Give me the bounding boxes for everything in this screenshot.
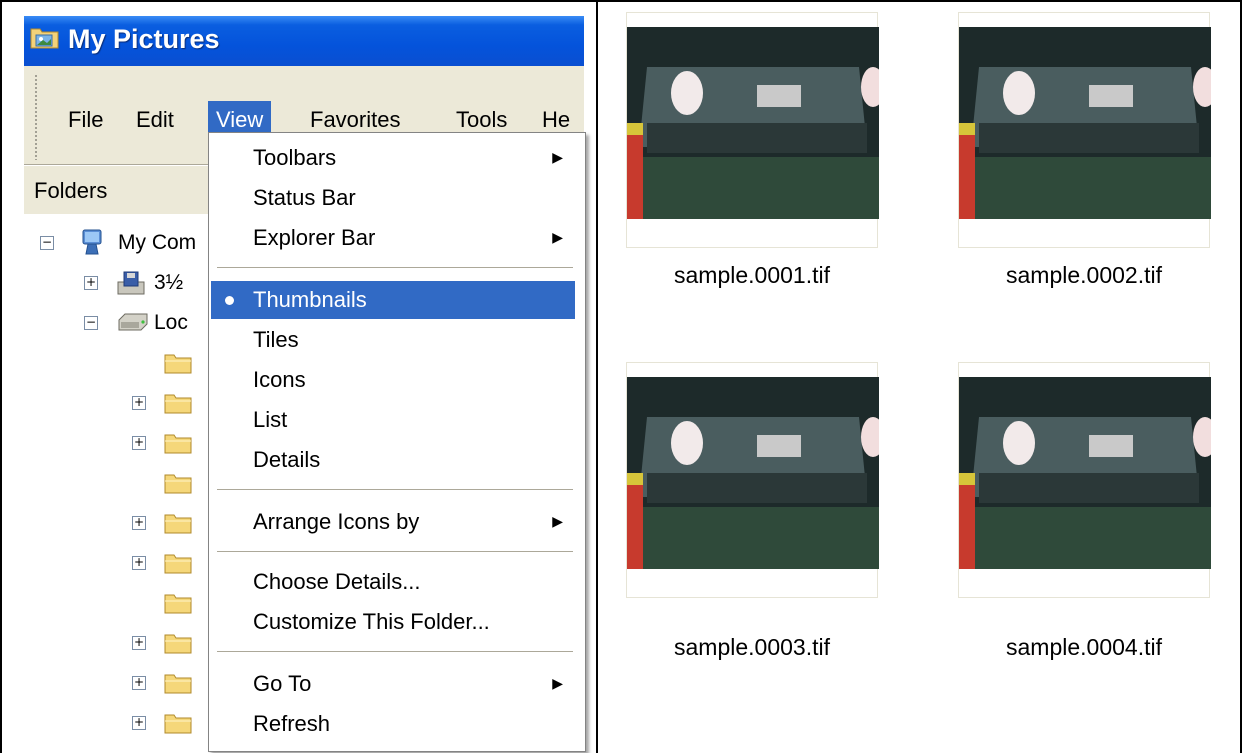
thumbnail-item[interactable]	[626, 12, 879, 248]
folder-icon	[164, 394, 192, 414]
menu-item-label: Details	[253, 447, 321, 472]
expand-icon[interactable]: +	[84, 276, 98, 290]
menu-item-label: Icons	[253, 367, 306, 392]
menu-item-thumbnails[interactable]: Thumbnails	[211, 281, 575, 319]
menu-item-label: Choose Details...	[253, 569, 421, 594]
folder-pictures-icon	[30, 28, 59, 49]
menu-item-customize-folder[interactable]: Customize This Folder...	[211, 603, 575, 641]
tree-item-folder[interactable]: +	[24, 626, 224, 660]
toolbar-grip[interactable]	[34, 74, 38, 160]
expand-icon[interactable]: +	[132, 636, 146, 650]
collapse-icon[interactable]: −	[84, 316, 98, 330]
tree-item-folder[interactable]	[24, 586, 224, 620]
menu-item-status-bar[interactable]: Status Bar	[211, 179, 575, 217]
folder-icon	[164, 514, 192, 534]
menu-item-label: Refresh	[253, 711, 331, 736]
tree-item-label: My Com	[118, 231, 197, 254]
submenu-arrow-icon: ▶	[552, 150, 563, 166]
my-computer-icon	[82, 229, 102, 255]
menu-item-arrange-icons-by[interactable]: Arrange Icons by ▶	[211, 503, 575, 541]
title-bar[interactable]: My Pictures	[24, 16, 584, 66]
menu-file[interactable]: File	[60, 101, 111, 139]
tree-item-folder[interactable]: +	[24, 706, 224, 740]
folders-pane-title: Folders	[34, 178, 108, 203]
menu-item-tiles[interactable]: Tiles	[211, 321, 575, 359]
expand-icon[interactable]: +	[132, 716, 146, 730]
collapse-icon[interactable]: −	[40, 236, 54, 250]
thumbnail-item[interactable]	[626, 362, 879, 598]
menu-item-label: Toolbars	[253, 145, 337, 170]
folder-icon	[164, 554, 192, 574]
folder-icon	[164, 714, 192, 734]
thumbnail-filename[interactable]: sample.0003.tif	[602, 634, 902, 661]
thumbnail-item[interactable]	[958, 12, 1211, 248]
thumbnail-item[interactable]	[958, 362, 1211, 598]
folder-icon	[164, 634, 192, 654]
tree-item-folder[interactable]: +	[24, 426, 224, 460]
menu-item-go-to[interactable]: Go To ▶	[211, 665, 575, 703]
frame-border-middle	[596, 0, 598, 753]
tree-item-label: Loc	[154, 311, 188, 334]
menu-item-label: Status Bar	[253, 185, 356, 210]
frame-border-top	[0, 0, 1242, 2]
menu-item-explorer-bar[interactable]: Explorer Bar ▶	[211, 219, 575, 257]
expand-icon[interactable]: +	[132, 516, 146, 530]
frame-border-left	[0, 0, 2, 753]
expand-icon[interactable]: +	[132, 556, 146, 570]
car-photo-thumbnail	[959, 27, 1211, 219]
tree-item-folder[interactable]: +	[24, 386, 224, 420]
menu-separator	[217, 551, 573, 553]
tree-item-folder[interactable]: +	[24, 506, 224, 540]
menu-item-label: Explorer Bar	[253, 225, 376, 250]
folder-icon	[164, 474, 192, 494]
menu-item-choose-details[interactable]: Choose Details...	[211, 563, 575, 601]
menu-item-details[interactable]: Details	[211, 441, 575, 479]
expand-icon[interactable]: +	[132, 436, 146, 450]
submenu-arrow-icon: ▶	[552, 514, 563, 530]
thumbnail-filename[interactable]: sample.0002.tif	[934, 262, 1234, 289]
car-photo-thumbnail	[627, 27, 879, 219]
submenu-arrow-icon: ▶	[552, 230, 563, 246]
expand-icon[interactable]: +	[132, 676, 146, 690]
folder-icon	[164, 674, 192, 694]
menu-item-label: Go To	[253, 671, 312, 696]
menu-item-label: List	[253, 407, 288, 432]
tree-item-folder[interactable]	[24, 466, 224, 500]
tree-item-folder[interactable]	[24, 346, 224, 380]
tree-item-folder[interactable]: +	[24, 666, 224, 700]
window-title: My Pictures	[68, 24, 220, 54]
menu-item-label: Arrange Icons by	[253, 509, 420, 534]
menu-item-refresh[interactable]: Refresh	[211, 705, 575, 743]
submenu-arrow-icon: ▶	[552, 676, 563, 692]
expand-icon[interactable]: +	[132, 396, 146, 410]
menu-separator	[217, 651, 573, 653]
radio-bullet-icon	[225, 296, 234, 305]
menu-item-list[interactable]: List	[211, 401, 575, 439]
menu-item-icons[interactable]: Icons	[211, 361, 575, 399]
hard-drive-icon	[118, 313, 148, 331]
floppy-drive-icon	[117, 271, 145, 295]
menu-item-label: Tiles	[253, 327, 299, 352]
menu-separator	[217, 489, 573, 491]
car-photo-thumbnail	[627, 377, 879, 569]
car-photo-thumbnail	[959, 377, 1211, 569]
folder-icon	[164, 354, 192, 374]
menu-item-toolbars[interactable]: Toolbars ▶	[211, 139, 575, 177]
view-menu-dropdown: Toolbars ▶ Status Bar Explorer Bar ▶ Thu…	[208, 132, 586, 752]
folder-icon	[164, 434, 192, 454]
menu-item-label: Thumbnails	[253, 287, 367, 312]
menu-separator	[217, 267, 573, 269]
menu-edit[interactable]: Edit	[128, 101, 182, 139]
tree-item-folder[interactable]: +	[24, 546, 224, 580]
thumbnail-filename[interactable]: sample.0001.tif	[602, 262, 902, 289]
tree-item-label: 3½	[154, 271, 184, 294]
folder-icon	[164, 594, 192, 614]
thumbnail-filename[interactable]: sample.0004.tif	[934, 634, 1234, 661]
menu-item-label: Customize This Folder...	[253, 609, 490, 634]
